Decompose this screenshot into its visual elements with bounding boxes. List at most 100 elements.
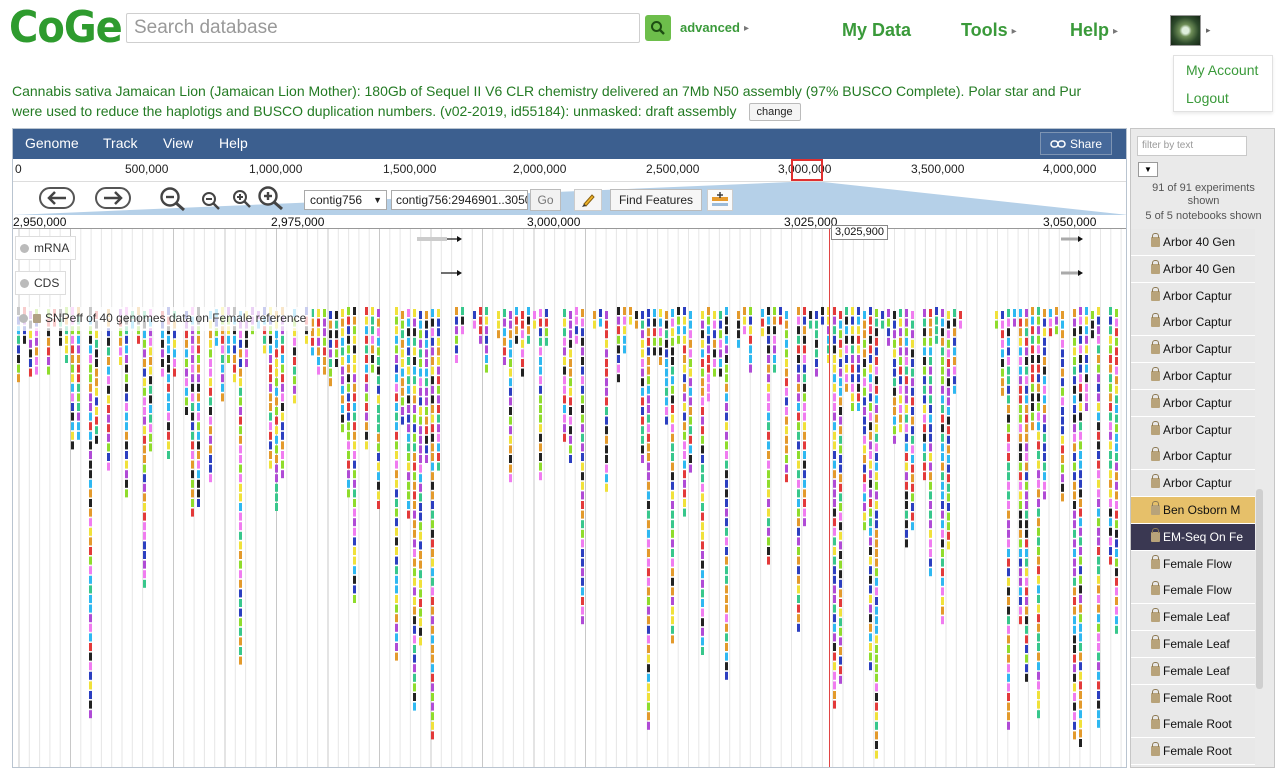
experiment-item[interactable]: Female Leaf: [1131, 604, 1255, 632]
search-input[interactable]: [126, 13, 640, 43]
experiment-item[interactable]: Arbor Captur: [1131, 389, 1255, 417]
sidebar-scrollbar[interactable]: [1256, 489, 1263, 689]
experiment-item[interactable]: Female Flow: [1131, 577, 1255, 605]
filter-input[interactable]: filter by text: [1137, 136, 1247, 156]
variant-mark: [941, 597, 944, 605]
variant-mark: [1061, 416, 1064, 425]
experiment-item[interactable]: Ben Osborn M: [1131, 497, 1255, 524]
go-button[interactable]: Go: [530, 189, 561, 211]
experiment-item[interactable]: Female Leaf: [1131, 657, 1255, 685]
experiment-item[interactable]: EM-Seq On Fe: [1131, 523, 1255, 551]
add-track-button[interactable]: [707, 189, 733, 211]
track-area[interactable]: mRNA CDS SNPeff of 40 genomes data on Fe…: [13, 229, 1126, 767]
location-input[interactable]: contig756:2946901..3050: [391, 190, 528, 210]
find-features-button[interactable]: Find Features: [610, 189, 702, 211]
experiment-item[interactable]: Arbor Captur: [1131, 470, 1255, 498]
logout-link[interactable]: Logout: [1186, 90, 1229, 106]
close-track-icon[interactable]: [19, 314, 28, 323]
variant-mark: [869, 518, 872, 527]
variant-mark: [221, 393, 224, 402]
variant-mark: [839, 560, 842, 569]
variant-mark: [1115, 318, 1118, 327]
variant-mark: [1019, 414, 1022, 423]
variant-mark: [689, 445, 692, 454]
close-track-icon[interactable]: [20, 279, 29, 288]
variant-mark: [149, 405, 152, 413]
experiment-item[interactable]: Female Root: [1131, 738, 1255, 766]
advanced-search-link[interactable]: advanced ▸: [680, 20, 749, 35]
menu-genome[interactable]: Genome: [25, 135, 79, 151]
experiment-item[interactable]: Arbor 40 Gen: [1131, 255, 1255, 283]
pan-right-button[interactable]: [95, 187, 131, 209]
coge-logo[interactable]: CoGe: [9, 3, 123, 53]
overview-ruler[interactable]: 0 500,000 1,000,000 1,500,000 2,000,000 …: [13, 159, 1126, 182]
menu-view[interactable]: View: [163, 135, 193, 151]
experiment-item[interactable]: Female Flow: [1131, 550, 1255, 578]
variant-mark: [1007, 597, 1010, 605]
experiment-item[interactable]: Arbor Captur: [1131, 336, 1255, 364]
variant-mark: [497, 311, 500, 319]
variant-mark: [425, 378, 428, 387]
variant-mark: [815, 339, 818, 348]
variant-mark: [929, 405, 932, 413]
user-avatar[interactable]: [1170, 15, 1201, 46]
menu-help[interactable]: Help: [219, 135, 248, 151]
experiment-item[interactable]: Female Root: [1131, 711, 1255, 739]
nav-my-data[interactable]: My Data: [842, 20, 911, 41]
variant-mark: [833, 355, 836, 363]
experiment-item[interactable]: Arbor Captur: [1131, 309, 1255, 337]
zoom-in-big-button[interactable]: [257, 185, 285, 211]
share-button[interactable]: Share: [1040, 132, 1112, 155]
variant-mark: [851, 326, 854, 335]
change-button[interactable]: change: [748, 103, 801, 122]
variant-mark: [323, 328, 326, 337]
nav-help[interactable]: Help ▸: [1070, 20, 1118, 41]
variant-mark: [539, 395, 542, 404]
variant-mark: [671, 491, 674, 500]
variant-mark: [1097, 479, 1100, 488]
variant-mark: [401, 368, 404, 377]
nav-tools[interactable]: Tools ▸: [961, 20, 1017, 41]
menu-track[interactable]: Track: [103, 135, 137, 151]
experiment-item[interactable]: Arbor Captur: [1131, 282, 1255, 310]
experiment-item[interactable]: Arbor Captur: [1131, 443, 1255, 471]
variant-mark: [1079, 422, 1082, 431]
experiment-item[interactable]: Arbor Captur: [1131, 416, 1255, 444]
variant-mark: [431, 645, 434, 653]
sequence-select[interactable]: contig756 ▼: [304, 190, 387, 210]
variant-mark: [347, 451, 350, 459]
variant-mark: [413, 635, 416, 644]
variant-mark: [245, 330, 248, 339]
variant-mark: [815, 359, 818, 367]
close-track-icon[interactable]: [20, 244, 29, 253]
filter-dropdown[interactable]: ▼: [1138, 162, 1158, 177]
lock-icon: [1151, 313, 1160, 328]
variant-mark: [413, 424, 416, 433]
variant-mark: [1019, 577, 1022, 586]
highlight-button[interactable]: [574, 189, 602, 211]
overview-location-box[interactable]: [791, 159, 823, 181]
zoom-out-button[interactable]: [201, 191, 221, 211]
variant-mark: [191, 345, 194, 354]
zoom-in-button[interactable]: [232, 189, 252, 209]
experiment-item[interactable]: Arbor 40 Gen: [1131, 229, 1255, 256]
track-label-snpeff[interactable]: SNPeff of 40 genomes data on Female refe…: [15, 307, 313, 331]
variant-mark: [671, 597, 674, 605]
zoom-out-big-button[interactable]: [159, 186, 187, 212]
experiment-item[interactable]: Female Leaf: [1131, 631, 1255, 658]
variant-mark: [647, 645, 650, 653]
experiment-item[interactable]: Arbor Captur: [1131, 363, 1255, 390]
variant-mark: [839, 675, 842, 684]
variant-mark: [1007, 366, 1010, 375]
track-label-cds[interactable]: CDS: [15, 271, 67, 295]
variant-mark: [353, 374, 356, 383]
variant-mark: [863, 359, 866, 367]
my-account-link[interactable]: My Account: [1186, 62, 1258, 78]
search-button[interactable]: [645, 15, 671, 41]
variant-mark: [89, 431, 92, 440]
variant-mark: [725, 441, 728, 450]
experiment-item[interactable]: Female Root: [1131, 684, 1255, 712]
pan-left-button[interactable]: [39, 187, 75, 209]
track-label-mrna[interactable]: mRNA: [15, 236, 77, 260]
variant-mark: [1073, 597, 1076, 605]
